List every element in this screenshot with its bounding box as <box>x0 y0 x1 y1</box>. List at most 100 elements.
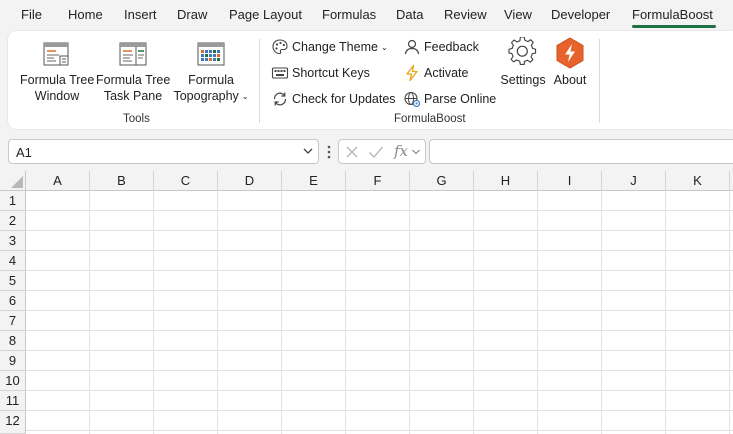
formula-tree-window-label-2: Window <box>34 89 80 103</box>
tab-formulaboost[interactable]: FormulaBoost <box>632 7 713 22</box>
formula-topography-button[interactable]: Formula Topography ⌄ <box>172 38 250 106</box>
insert-function-icon[interactable]: fx <box>394 142 408 160</box>
tab-view[interactable]: View <box>504 7 532 22</box>
cancel-icon[interactable] <box>345 145 359 159</box>
settings-label: Settings <box>500 73 546 87</box>
row-header-7[interactable]: 7 <box>0 311 26 331</box>
gridline <box>26 290 733 291</box>
feedback-button[interactable]: Feedback <box>403 37 483 57</box>
tab-review[interactable]: Review <box>444 7 487 22</box>
gridline <box>26 210 733 211</box>
chevron-down-icon: ⌄ <box>380 43 388 52</box>
select-all-corner[interactable] <box>0 171 26 191</box>
gear-icon <box>508 37 537 66</box>
gridline <box>26 250 733 251</box>
settings-button[interactable]: Settings <box>500 37 546 89</box>
gridline <box>473 191 474 434</box>
enter-check-icon[interactable] <box>368 145 384 159</box>
gridline <box>26 430 733 431</box>
row-header-12[interactable]: 12 <box>0 411 26 434</box>
formula-topography-label-2: Topography ⌄ <box>173 89 249 103</box>
check-for-updates-label: Check for Updates <box>292 92 396 106</box>
gridline <box>729 191 730 434</box>
column-header-e[interactable]: E <box>282 171 346 191</box>
shortcut-keys-label: Shortcut Keys <box>292 66 370 80</box>
tab-file[interactable]: File <box>21 7 42 22</box>
formulaboost-group-label: FormulaBoost <box>394 113 466 125</box>
formula-tree-window-label-1: Formula Tree <box>20 73 95 87</box>
tab-draw[interactable]: Draw <box>177 7 207 22</box>
column-header-j[interactable]: J <box>602 171 666 191</box>
column-header-b[interactable]: B <box>90 171 154 191</box>
column-header-c[interactable]: C <box>154 171 218 191</box>
formula-tree-task-pane-button[interactable]: Formula Tree Task Pane <box>96 38 170 106</box>
globe-settings-icon <box>404 91 421 108</box>
group-separator <box>599 39 600 123</box>
name-box[interactable]: A1 <box>8 139 319 164</box>
check-for-updates-button[interactable]: Check for Updates <box>271 89 396 109</box>
group-separator <box>259 39 260 123</box>
tab-developer[interactable]: Developer <box>551 7 610 22</box>
row-header-2[interactable]: 2 <box>0 211 26 231</box>
person-icon <box>404 39 420 55</box>
row-header-9[interactable]: 9 <box>0 351 26 371</box>
gridline <box>345 191 346 434</box>
tab-page-layout[interactable]: Page Layout <box>229 7 302 22</box>
column-header-f[interactable]: F <box>346 171 410 191</box>
tab-insert[interactable]: Insert <box>124 7 157 22</box>
row-header-8[interactable]: 8 <box>0 331 26 351</box>
chevron-down-icon: ⌄ <box>241 92 249 101</box>
activate-label: Activate <box>424 66 469 80</box>
ribbon-tabs: File Home Insert Draw Page Layout Formul… <box>0 0 733 30</box>
tab-home[interactable]: Home <box>68 7 103 22</box>
formula-input[interactable] <box>429 139 733 164</box>
formula-tree-task-pane-label-2: Task Pane <box>103 89 163 103</box>
gridline <box>26 310 733 311</box>
gridline <box>26 390 733 391</box>
column-header-h[interactable]: H <box>474 171 538 191</box>
activate-button[interactable]: Activate <box>403 63 478 83</box>
gridline <box>601 191 602 434</box>
column-header-k[interactable]: K <box>666 171 730 191</box>
gridline <box>89 191 90 434</box>
change-theme-label: Change Theme ⌄ <box>292 40 388 54</box>
column-header-i[interactable]: I <box>538 171 602 191</box>
row-header-3[interactable]: 3 <box>0 231 26 251</box>
chevron-down-icon[interactable] <box>411 147 421 157</box>
gridline <box>26 370 733 371</box>
gridline <box>26 270 733 271</box>
worksheet-grid: A B C D E F G H I J K 1 2 3 4 5 6 7 8 9 … <box>0 171 733 434</box>
more-options-icon[interactable] <box>325 144 333 160</box>
formula-tree-task-pane-icon <box>119 42 147 66</box>
row-header-4[interactable]: 4 <box>0 251 26 271</box>
chevron-down-icon[interactable] <box>302 145 314 157</box>
parse-online-button[interactable]: Parse Online <box>403 89 498 109</box>
gridline <box>537 191 538 434</box>
row-header-10[interactable]: 10 <box>0 371 26 391</box>
column-header-d[interactable]: D <box>218 171 282 191</box>
formula-topography-label-1: Formula <box>188 73 234 87</box>
about-button[interactable]: About <box>550 37 590 89</box>
gridline <box>26 350 733 351</box>
gridline <box>217 191 218 434</box>
tab-data[interactable]: Data <box>396 7 423 22</box>
gridline <box>153 191 154 434</box>
tab-formulas[interactable]: Formulas <box>322 7 376 22</box>
row-header-6[interactable]: 6 <box>0 291 26 311</box>
gridline <box>409 191 410 434</box>
row-header-11[interactable]: 11 <box>0 391 26 411</box>
shortcut-keys-button[interactable]: Shortcut Keys <box>271 63 371 83</box>
parse-online-label: Parse Online <box>424 92 497 106</box>
refresh-icon <box>273 92 287 106</box>
select-all-icon <box>11 176 23 188</box>
change-theme-button[interactable]: Change Theme ⌄ <box>271 37 391 57</box>
formula-topography-icon <box>197 42 225 66</box>
column-header-g[interactable]: G <box>410 171 474 191</box>
row-header-1[interactable]: 1 <box>0 191 26 211</box>
about-label: About <box>553 73 587 87</box>
feedback-label: Feedback <box>424 40 479 54</box>
formula-tree-window-button[interactable]: Formula Tree Window <box>20 38 94 106</box>
column-header-a[interactable]: A <box>26 171 90 191</box>
gridline <box>26 330 733 331</box>
row-header-5[interactable]: 5 <box>0 271 26 291</box>
